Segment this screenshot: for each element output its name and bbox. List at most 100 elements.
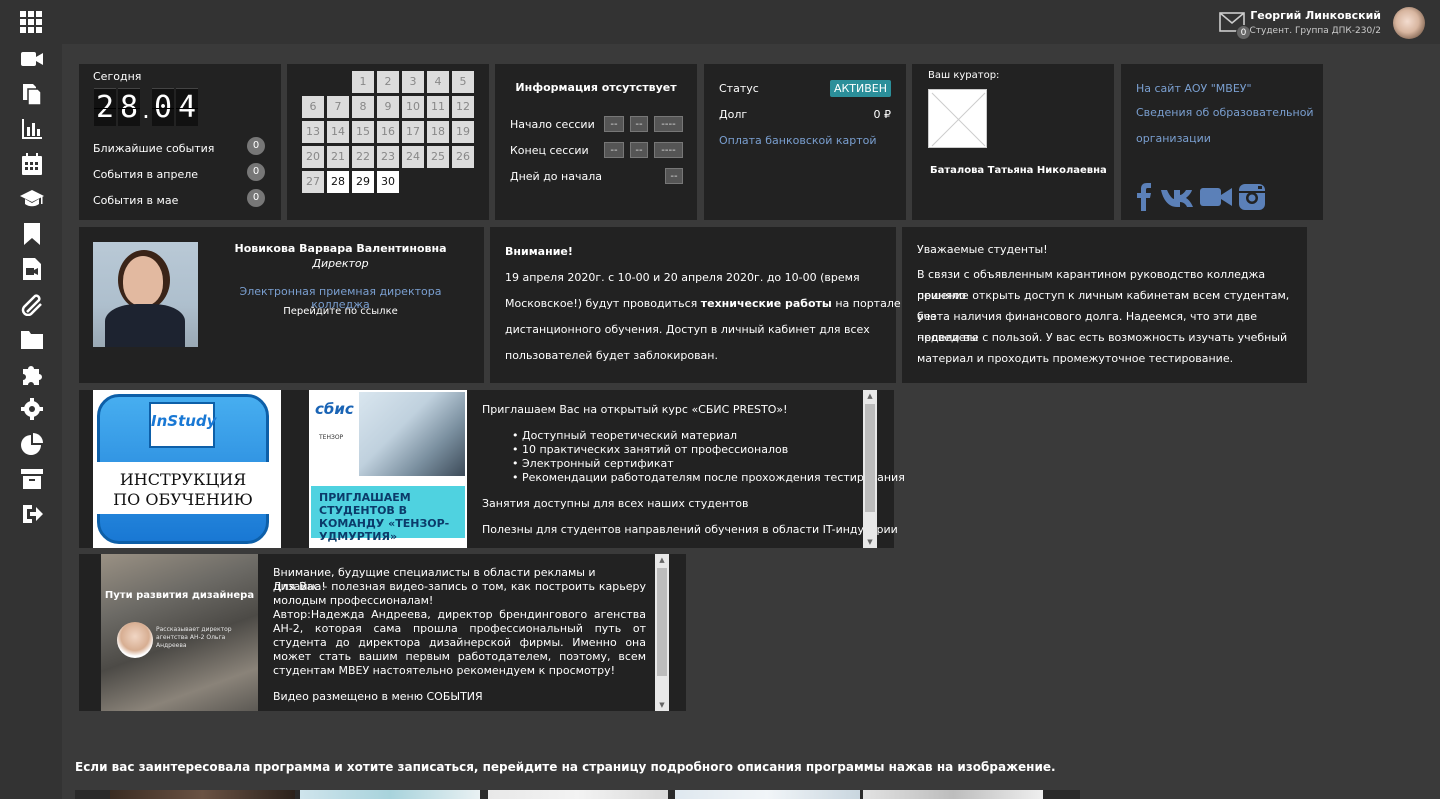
students-line: материал и проходить промежуточное тести…	[917, 352, 1234, 365]
events-may-label[interactable]: События в мае	[93, 194, 178, 207]
notice-title: Внимание!	[505, 245, 573, 258]
instudy-instructions-banner[interactable]: InStudy ИНСТРУКЦИЯ ПО ОБУЧЕНИЮ	[93, 390, 281, 548]
documents-icon[interactable]	[19, 81, 45, 107]
sbis-bullet: • 10 практических занятий от профессиона…	[512, 443, 789, 456]
video-icon[interactable]	[1200, 183, 1232, 211]
program-thumbnail[interactable]	[488, 790, 668, 799]
sbis-bullet: • Рекомендации работодателям после прохо…	[512, 471, 905, 484]
calendar-day[interactable]: 19	[452, 121, 474, 143]
program-thumbnail[interactable]	[675, 790, 860, 799]
settings-icon[interactable]	[19, 396, 45, 422]
sbis-bullet: • Доступный теоретический материал	[512, 429, 738, 442]
calendar-day[interactable]: 20	[302, 146, 324, 168]
folder-icon[interactable]	[19, 326, 45, 352]
calendar-day[interactable]: 26	[452, 146, 474, 168]
calendar-day[interactable]: 23	[377, 146, 399, 168]
calendar-day[interactable]: 1	[352, 71, 374, 93]
calendar-day[interactable]: 21	[327, 146, 349, 168]
calendar-day[interactable]: 13	[302, 121, 324, 143]
session-start-label: Начало сессии	[510, 118, 595, 131]
director-name: Новикова Варвара Валентиновна	[234, 242, 447, 255]
paperclip-icon[interactable]	[19, 291, 45, 317]
logout-icon[interactable]	[19, 501, 45, 527]
calendar-day[interactable]: 28	[327, 171, 349, 193]
session-end-year: ----	[654, 142, 683, 158]
session-title: Информация отсутствует	[515, 81, 677, 94]
scroll-thumb[interactable]	[657, 568, 667, 676]
instagram-icon[interactable]	[1238, 183, 1266, 211]
calendar-day[interactable]: 29	[352, 171, 374, 193]
calendar-day[interactable]: 9	[377, 96, 399, 118]
calendar-day[interactable]: 2	[377, 71, 399, 93]
chart-icon[interactable]	[19, 116, 45, 142]
sbis-bullet: • Электронный сертификат	[512, 457, 674, 470]
program-thumbnail[interactable]	[863, 790, 1043, 799]
calendar-day[interactable]: 27	[302, 171, 324, 193]
date-digit: 0	[152, 88, 174, 126]
instudy-caption-line: ИНСТРУКЦИЯ	[119, 470, 247, 489]
sbis-bullet-text: Рекомендации работодателям после прохожд…	[522, 471, 905, 484]
sidebar	[0, 44, 62, 799]
calendar-day[interactable]: 17	[402, 121, 424, 143]
calendar-day[interactable]: 4	[427, 71, 449, 93]
calendar-day[interactable]: 8	[352, 96, 374, 118]
scroll-down-icon[interactable]: ▼	[863, 536, 877, 548]
events-april-label[interactable]: События в апреле	[93, 168, 198, 181]
calendar-day[interactable]: 16	[377, 121, 399, 143]
calendar-day	[402, 171, 424, 193]
calendar-day[interactable]: 5	[452, 71, 474, 93]
calendar-day[interactable]: 3	[402, 71, 424, 93]
scroll-up-icon[interactable]: ▲	[655, 554, 669, 566]
session-days-label: Дней до начала	[510, 170, 602, 183]
events-nearest-label[interactable]: Ближайшие события	[93, 142, 214, 155]
graduation-icon[interactable]	[19, 186, 45, 212]
program-hint: Если вас заинтересовала программа и хоти…	[75, 760, 1056, 774]
organization-info-link[interactable]: Сведения об образовательной организации	[1136, 100, 1316, 152]
avatar[interactable]	[1393, 7, 1425, 39]
calendar-icon[interactable]	[19, 151, 45, 177]
bookmark-icon[interactable]	[19, 221, 45, 247]
sbis-course-banner[interactable]: сбис ТЕНЗОР ПРИГЛАШАЕМ СТУДЕНТОВ В КОМАН…	[309, 390, 467, 548]
calendar-day[interactable]: 22	[352, 146, 374, 168]
site-link[interactable]: На сайт АОУ "МВЕУ"	[1136, 82, 1252, 95]
scroll-thumb[interactable]	[865, 404, 875, 512]
curator-photo-placeholder	[928, 89, 987, 148]
program-thumbnail[interactable]	[300, 790, 480, 799]
students-line: проведете с пользой. У вас есть возможно…	[917, 331, 1288, 344]
debt-value: 0 ₽	[873, 108, 892, 121]
calendar-day[interactable]: 14	[327, 121, 349, 143]
design-video-thumbnail[interactable]: Пути развития дизайнера Рассказывает дир…	[101, 554, 258, 711]
calendar-day[interactable]: 30	[377, 171, 399, 193]
courses-scrollbar[interactable]: ▲ ▼	[863, 390, 877, 548]
calendar-day[interactable]: 25	[427, 146, 449, 168]
tensor-logo: ТЕНЗОР	[319, 434, 344, 441]
apps-grid-icon[interactable]	[20, 11, 44, 33]
design-scrollbar[interactable]: ▲ ▼	[655, 554, 669, 711]
date-digit: 2	[94, 88, 116, 126]
notice-line: 19 апреля 2020г. с 10-00 и 20 апреля 202…	[505, 271, 860, 284]
calendar-day[interactable]: 24	[402, 146, 424, 168]
scroll-up-icon[interactable]: ▲	[863, 390, 877, 402]
calendar-day[interactable]: 10	[402, 96, 424, 118]
calendar-day[interactable]: 12	[452, 96, 474, 118]
date-digit: 4	[176, 88, 198, 126]
video-icon[interactable]	[19, 46, 45, 72]
calendar-day[interactable]: 15	[352, 121, 374, 143]
archive-icon[interactable]	[19, 466, 45, 492]
user-name[interactable]: Георгий Линковский	[1240, 9, 1381, 22]
calendar-day[interactable]: 18	[427, 121, 449, 143]
program-thumbnail[interactable]	[110, 790, 295, 799]
pay-card-link[interactable]: Оплата банковской картой	[719, 134, 877, 147]
sbis-bullet-text: Электронный сертификат	[522, 457, 674, 470]
vk-icon[interactable]	[1160, 183, 1194, 211]
pie-chart-icon[interactable]	[19, 431, 45, 457]
calendar-day	[327, 71, 349, 93]
facebook-icon[interactable]	[1136, 183, 1152, 211]
video-file-icon[interactable]	[19, 256, 45, 282]
calendar-day[interactable]: 7	[327, 96, 349, 118]
puzzle-icon[interactable]	[19, 361, 45, 387]
sbis-logo: сбис	[315, 400, 354, 418]
calendar-day[interactable]: 6	[302, 96, 324, 118]
calendar-day[interactable]: 11	[427, 96, 449, 118]
scroll-down-icon[interactable]: ▼	[655, 699, 669, 711]
